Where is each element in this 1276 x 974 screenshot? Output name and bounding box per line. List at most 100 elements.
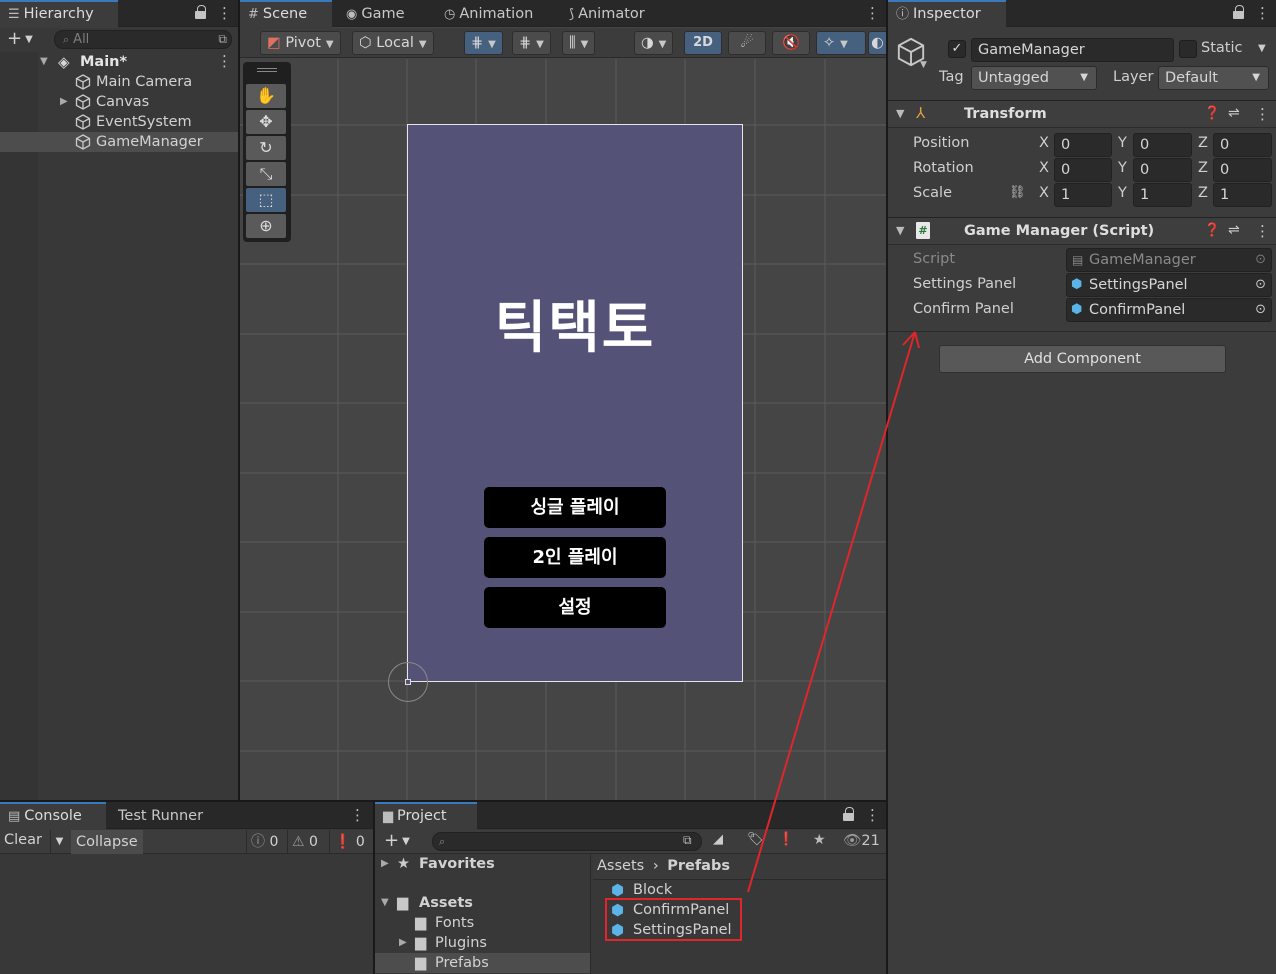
position-x-input[interactable]: 0 [1054, 133, 1112, 157]
ui-canvas[interactable]: 틱택토 싱글 플레이 2인 플레이 설정 [407, 124, 743, 682]
canvas-pivot-gizmo[interactable] [388, 662, 428, 702]
tab-animator[interactable]: ⟆ Animator [561, 0, 653, 28]
tab-console[interactable]: ▤ Console [0, 802, 106, 830]
foldout-arrow-icon[interactable]: ▼ [896, 107, 904, 120]
rect-tool-icon[interactable]: ⬚ [246, 188, 286, 212]
scale-y-input[interactable]: 1 [1133, 183, 1192, 207]
kebab-menu-icon[interactable]: ⋮ [350, 806, 365, 824]
clear-button[interactable]: Clear [4, 832, 42, 848]
create-button[interactable]: + ▼ [7, 30, 33, 49]
expand-arrow-icon[interactable]: ▶ [399, 933, 407, 953]
palette-drag-handle[interactable] [257, 68, 277, 72]
snap-settings-button[interactable]: ⋕ ▼ [512, 31, 551, 55]
add-component-button[interactable]: Add Component [939, 345, 1226, 373]
scene-menu-icon[interactable]: ⋮ [217, 52, 232, 70]
filter-by-type-icon[interactable]: ◢ [713, 832, 723, 847]
lock-icon[interactable] [1233, 5, 1244, 19]
rotation-y-label[interactable]: Y [1118, 160, 1127, 176]
transform-tool-icon[interactable]: ⊕ [246, 214, 286, 238]
kebab-menu-icon[interactable]: ⋮ [1255, 4, 1270, 22]
tab-test-runner[interactable]: Test Runner [110, 802, 211, 830]
layer-dropdown[interactable]: Default ▼ [1158, 66, 1269, 90]
rotation-x-input[interactable]: 0 [1054, 158, 1112, 182]
tab-animation[interactable]: ◷ Animation [436, 0, 541, 28]
lighting-toggle-icon[interactable]: ☄ [728, 31, 766, 55]
position-y-input[interactable]: 0 [1133, 133, 1192, 157]
tree-favorites[interactable]: ▶ ★ Favorites [375, 854, 590, 874]
increment-snap-button[interactable]: ⫼ ▼ [562, 31, 596, 55]
tab-project[interactable]: ▆ Project [375, 802, 477, 830]
settings-panel-field[interactable]: ⬢ SettingsPanel ⊙ [1066, 273, 1272, 297]
rotate-tool-icon[interactable]: ↻ [246, 136, 286, 160]
grid-snap-toggle[interactable]: ⋕ ▼ [464, 31, 503, 55]
hierarchy-item-gamemanager[interactable]: GameManager [0, 132, 238, 152]
collapse-button[interactable]: Collapse [71, 830, 143, 854]
tree-plugins[interactable]: ▶ ▆ Plugins [375, 933, 590, 953]
project-search-input[interactable]: ⌕ [432, 832, 702, 851]
hand-tool-icon[interactable]: ✋ [246, 84, 286, 108]
settings-button[interactable]: 설정 [484, 587, 666, 628]
visibility-toggle-icon[interactable]: ◐ [868, 31, 886, 55]
tree-assets[interactable]: ▼ ▆ Assets [375, 893, 590, 913]
tree-prefabs[interactable]: ▆ Prefabs [375, 953, 590, 973]
transform-header[interactable]: ▼ ⅄ Transform ❓ ⇌ ⋮ [888, 100, 1276, 128]
lock-icon[interactable] [195, 5, 206, 19]
hierarchy-item-main-camera[interactable]: Main Camera [0, 72, 238, 92]
rotation-x-label[interactable]: X [1039, 160, 1049, 176]
favorite-star-icon[interactable]: ★ [813, 832, 826, 848]
position-z-label[interactable]: Z [1198, 135, 1208, 151]
info-count-toggle[interactable]: ⓘ 0 [246, 830, 286, 854]
single-play-button[interactable]: 싱글 플레이 [484, 487, 666, 528]
filter-by-label-icon[interactable]: 🏷 [747, 832, 764, 847]
object-name-input[interactable]: GameManager [971, 38, 1174, 62]
object-picker-icon[interactable]: ⊙ [1255, 274, 1266, 296]
scale-x-label[interactable]: X [1039, 185, 1049, 201]
script-component-header[interactable]: ▼ # Game Manager (Script) ❓ ⇌ ⋮ [888, 217, 1276, 245]
component-menu-icon[interactable]: ⋮ [1255, 105, 1270, 123]
clear-options-dropdown-icon[interactable]: ▼ [50, 830, 68, 854]
tab-game[interactable]: ◉ Game [338, 0, 413, 28]
2d-toggle-button[interactable]: 2D [684, 31, 722, 55]
scale-tool-icon[interactable]: ⤡ [246, 162, 286, 186]
static-dropdown-caret-icon[interactable]: ▼ [1258, 43, 1266, 54]
expand-arrow-icon[interactable]: ▼ [40, 52, 48, 72]
object-picker-icon[interactable]: ⊙ [1255, 299, 1266, 321]
rotation-y-input[interactable]: 0 [1133, 158, 1192, 182]
local-dropdown[interactable]: ⬡ Local ▼ [352, 31, 434, 55]
kebab-menu-icon[interactable]: ⋮ [865, 4, 880, 22]
audio-toggle-icon[interactable]: 🔇 [772, 31, 810, 55]
hidden-packages-toggle[interactable]: 👁21 [843, 832, 880, 849]
hierarchy-item-eventsystem[interactable]: EventSystem [0, 112, 238, 132]
file-block[interactable]: ⬢ Block [611, 880, 886, 900]
search-type-icon[interactable]: ⧉ [683, 833, 692, 848]
move-tool-icon[interactable]: ✥ [246, 110, 286, 134]
position-y-label[interactable]: Y [1118, 135, 1127, 151]
search-type-icon[interactable]: ⧉ [218, 31, 227, 48]
tab-inspector[interactable]: ⓘ Inspector [888, 0, 1006, 28]
component-menu-icon[interactable]: ⋮ [1255, 222, 1270, 240]
expand-arrow-icon[interactable]: ▼ [381, 893, 389, 913]
kebab-menu-icon[interactable]: ⋮ [865, 806, 880, 824]
pivot-dropdown[interactable]: ◩ Pivot ▼ [260, 31, 341, 55]
hierarchy-search-input[interactable]: ⌕ All ⧉ [54, 30, 232, 49]
tab-scene[interactable]: # Scene [240, 0, 332, 28]
position-x-label[interactable]: X [1039, 135, 1049, 151]
effects-toggle-icon[interactable]: ✧ ▼ [816, 31, 866, 55]
scale-x-input[interactable]: 1 [1054, 183, 1112, 207]
filter-errors-icon[interactable]: ❗ [778, 832, 794, 847]
create-button[interactable]: + ▼ [384, 831, 410, 852]
breadcrumb-prefabs[interactable]: Prefabs [667, 858, 730, 874]
confirm-panel-field[interactable]: ⬢ ConfirmPanel ⊙ [1066, 298, 1272, 322]
two-player-button[interactable]: 2인 플레이 [484, 537, 666, 578]
preset-icon[interactable]: ⇌ [1228, 222, 1240, 238]
expand-arrow-icon[interactable]: ▶ [60, 92, 68, 112]
hierarchy-item-canvas[interactable]: ▶ Canvas [0, 92, 238, 112]
tree-fonts[interactable]: ▆ Fonts [375, 913, 590, 933]
breadcrumb-assets[interactable]: Assets [597, 858, 644, 874]
rotation-z-label[interactable]: Z [1198, 160, 1208, 176]
scale-z-input[interactable]: 1 [1213, 183, 1272, 207]
active-checkbox[interactable]: ✓ [948, 40, 966, 58]
scene-root-row[interactable]: ▼ ◈ Main* ⋮ [0, 52, 238, 72]
help-icon[interactable]: ❓ [1204, 106, 1220, 121]
constrain-proportions-icon[interactable]: ⛓ [1009, 185, 1026, 200]
